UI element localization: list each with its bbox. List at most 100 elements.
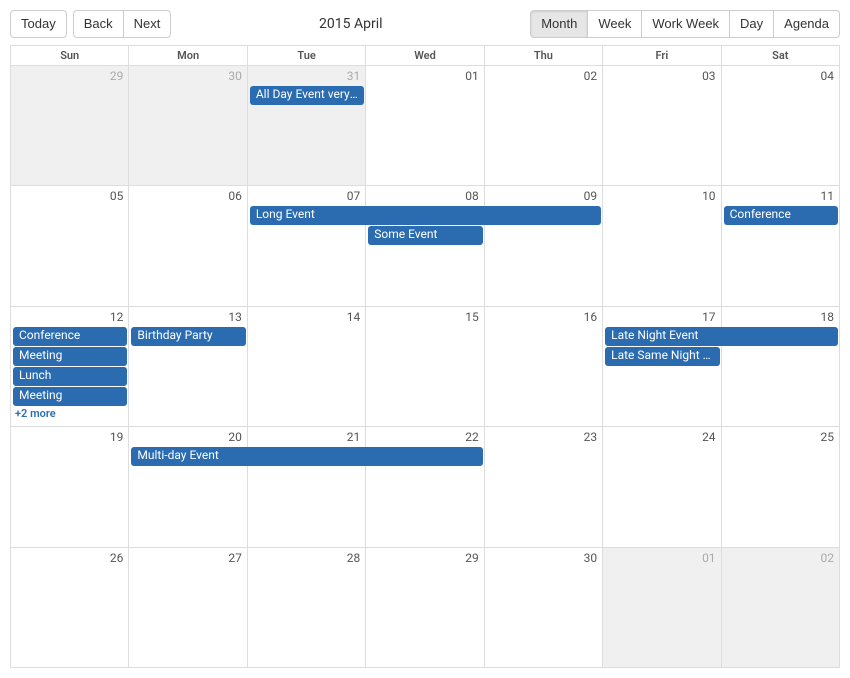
- day-number: 07: [248, 186, 366, 203]
- weekday-label: Mon: [129, 46, 247, 66]
- calendar-event[interactable]: Conference: [13, 327, 127, 346]
- day-cell[interactable]: [603, 66, 721, 186]
- day-cell[interactable]: [248, 66, 366, 186]
- day-number: 10: [603, 186, 721, 203]
- show-more-link[interactable]: +2 more: [11, 407, 129, 426]
- day-number: 01: [366, 66, 484, 83]
- calendar-event[interactable]: Lunch: [13, 367, 127, 386]
- month-grid: 29303101020304All Day Event very lo…0506…: [10, 66, 840, 668]
- view-workweek-button[interactable]: Work Week: [641, 10, 730, 38]
- day-number: 03: [603, 66, 721, 83]
- day-cell[interactable]: [722, 186, 840, 306]
- view-month-button[interactable]: Month: [530, 10, 588, 38]
- day-number: 22: [366, 427, 484, 444]
- calendar-event[interactable]: Multi-day Event: [131, 447, 482, 466]
- day-number: 01: [603, 548, 721, 565]
- day-number: 24: [603, 427, 721, 444]
- calendar-event[interactable]: Long Event: [250, 206, 601, 225]
- view-week-button[interactable]: Week: [587, 10, 642, 38]
- day-number: 11: [722, 186, 840, 203]
- weekday-label: Tue: [248, 46, 366, 66]
- view-day-button[interactable]: Day: [729, 10, 774, 38]
- week-row: 26272829300102: [11, 548, 840, 668]
- day-number: 04: [722, 66, 840, 83]
- view-agenda-button[interactable]: Agenda: [773, 10, 840, 38]
- calendar-event[interactable]: Birthday Party: [131, 327, 245, 346]
- day-number: 15: [366, 307, 484, 324]
- day-cell[interactable]: [366, 186, 484, 306]
- day-number: 26: [11, 548, 129, 565]
- day-number: 18: [722, 307, 840, 324]
- day-number: 08: [366, 186, 484, 203]
- day-number: 02: [485, 66, 603, 83]
- day-cell[interactable]: [129, 548, 247, 668]
- day-cell[interactable]: [11, 66, 129, 186]
- calendar-event[interactable]: Late Same Night Event: [605, 347, 719, 366]
- back-button[interactable]: Back: [73, 10, 124, 38]
- day-cell[interactable]: [603, 548, 721, 668]
- day-cell[interactable]: [722, 427, 840, 547]
- calendar-title: 2015 April: [171, 16, 530, 32]
- day-cell[interactable]: [485, 66, 603, 186]
- calendar-toolbar: Today Back Next 2015 April Month Week Wo…: [10, 10, 840, 38]
- calendar-event[interactable]: Late Night Event: [605, 327, 838, 346]
- day-cell[interactable]: [11, 548, 129, 668]
- day-number: 28: [248, 548, 366, 565]
- calendar-month-view: Today Back Next 2015 April Month Week Wo…: [0, 0, 850, 678]
- weekday-header: Sun Mon Tue Wed Thu Fri Sat: [10, 45, 840, 66]
- day-cell[interactable]: [722, 548, 840, 668]
- day-cell[interactable]: [485, 427, 603, 547]
- day-cell[interactable]: [485, 548, 603, 668]
- calendar-event[interactable]: Conference: [724, 206, 838, 225]
- day-number: 20: [129, 427, 247, 444]
- day-cell[interactable]: [366, 66, 484, 186]
- day-number: 29: [366, 548, 484, 565]
- week-row: 29303101020304 All Day Event very lo…: [11, 66, 840, 186]
- day-number: 09: [485, 186, 603, 203]
- day-number: 02: [722, 548, 840, 565]
- week-row: 19202122232425 Multi-day Event: [11, 427, 840, 547]
- day-cell[interactable]: [248, 186, 366, 306]
- view-switcher: Month Week Work Week Day Agenda: [530, 10, 840, 38]
- day-number: 25: [722, 427, 840, 444]
- day-cell[interactable]: [248, 548, 366, 668]
- day-number: 31: [248, 66, 366, 83]
- day-cell[interactable]: [129, 427, 247, 547]
- day-cell[interactable]: [366, 427, 484, 547]
- day-number: 30: [485, 548, 603, 565]
- calendar-event[interactable]: All Day Event very lo…: [250, 86, 364, 105]
- day-number: 14: [248, 307, 366, 324]
- weekday-label: Fri: [603, 46, 721, 66]
- day-number: 05: [11, 186, 129, 203]
- weekday-label: Sun: [11, 46, 129, 66]
- week-row: 12131415161718ConferenceBirthday PartyLa…: [11, 307, 840, 427]
- day-cell[interactable]: [129, 186, 247, 306]
- day-cell[interactable]: [11, 427, 129, 547]
- calendar-event[interactable]: Meeting: [13, 387, 127, 406]
- calendar-event[interactable]: Meeting: [13, 347, 127, 366]
- day-cell[interactable]: [366, 548, 484, 668]
- next-button[interactable]: Next: [123, 10, 172, 38]
- day-number: 30: [129, 66, 247, 83]
- today-button[interactable]: Today: [10, 10, 67, 38]
- day-cell[interactable]: [603, 186, 721, 306]
- day-number: 16: [485, 307, 603, 324]
- day-number: 19: [11, 427, 129, 444]
- day-cell[interactable]: [603, 427, 721, 547]
- day-cell[interactable]: [485, 186, 603, 306]
- day-number: 21: [248, 427, 366, 444]
- weekday-label: Wed: [366, 46, 484, 66]
- day-number: 17: [603, 307, 721, 324]
- nav-button-group: Today Back Next: [10, 10, 171, 38]
- day-number: 23: [485, 427, 603, 444]
- day-cell[interactable]: [248, 427, 366, 547]
- day-number: 12: [11, 307, 129, 324]
- weekday-label: Sat: [722, 46, 840, 66]
- day-cell[interactable]: [129, 66, 247, 186]
- day-number: 06: [129, 186, 247, 203]
- day-cell[interactable]: [11, 186, 129, 306]
- day-number: 27: [129, 548, 247, 565]
- day-number: 29: [11, 66, 129, 83]
- calendar-event[interactable]: Some Event: [368, 226, 482, 245]
- day-cell[interactable]: [722, 66, 840, 186]
